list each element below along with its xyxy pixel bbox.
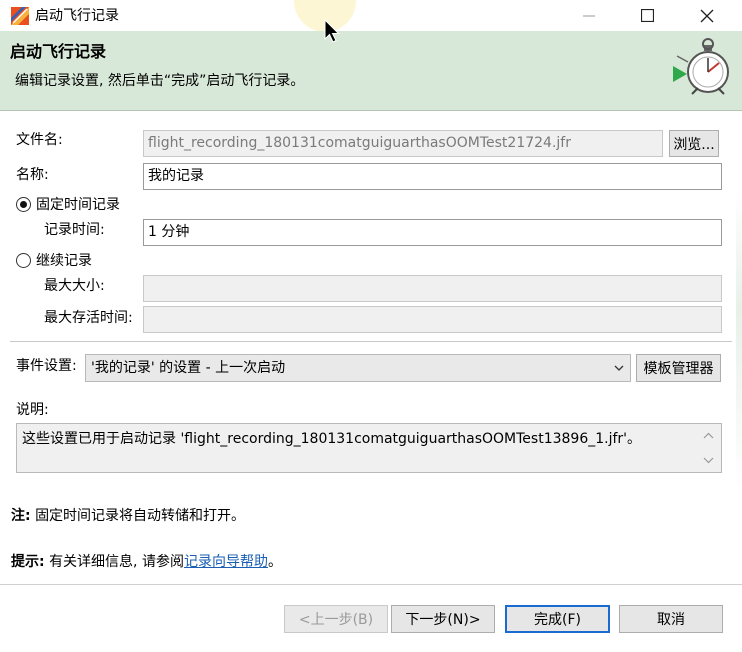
- window-title: 启动飞行记录: [35, 8, 119, 24]
- template-manager-button[interactable]: 模板管理器: [636, 354, 721, 382]
- event-settings-selected: '我的记录' 的设置 - 上一次启动: [91, 360, 286, 376]
- max-size-field[interactable]: [143, 275, 722, 302]
- minimize-icon: [583, 15, 595, 16]
- scroll-down-icon[interactable]: [703, 457, 714, 464]
- hint-suffix: 。: [267, 554, 282, 570]
- continuous-radio[interactable]: [16, 253, 31, 268]
- event-settings-dropdown[interactable]: '我的记录' 的设置 - 上一次启动: [85, 354, 631, 382]
- recording-name-field[interactable]: 我的记录: [143, 163, 722, 190]
- description-text: 这些设置已用于启动记录 'flight_recording_180131coma…: [22, 431, 642, 447]
- record-time-label: 记录时间:: [44, 222, 105, 238]
- filename-label: 文件名:: [16, 132, 63, 148]
- description-textarea[interactable]: 这些设置已用于启动记录 'flight_recording_180131coma…: [16, 423, 722, 473]
- filename-field[interactable]: flight_recording_180131comatguiguarthasO…: [143, 130, 663, 157]
- close-button[interactable]: [684, 0, 730, 31]
- note-text: 固定时间记录将自动转储和打开。: [35, 508, 246, 524]
- hint-text: 有关详细信息, 请参阅: [49, 554, 184, 570]
- wizard-description: 编辑记录设置, 然后单击“完成”启动飞行记录。: [15, 73, 305, 89]
- cancel-button[interactable]: 取消: [619, 605, 723, 633]
- fixed-time-label[interactable]: 固定时间记录: [36, 195, 120, 215]
- section-divider: [10, 341, 732, 342]
- wizard-help-link[interactable]: 记录向导帮助: [184, 554, 268, 570]
- footer-divider: [0, 584, 742, 585]
- hint-prefix: 提示:: [11, 554, 45, 570]
- next-button[interactable]: 下一步(N)>: [391, 605, 495, 633]
- fixed-time-radio[interactable]: [16, 197, 31, 212]
- event-settings-label: 事件设置:: [16, 358, 77, 374]
- stopwatch-icon: [668, 36, 738, 96]
- max-size-label: 最大大小:: [44, 278, 105, 294]
- back-button[interactable]: <上一步(B): [284, 605, 388, 633]
- hint-line: 提示: 有关详细信息, 请参阅记录向导帮助。: [11, 552, 282, 572]
- minimize-button[interactable]: [566, 0, 612, 31]
- max-age-field[interactable]: [143, 306, 722, 333]
- wizard-title: 启动飞行记录: [10, 42, 107, 61]
- wizard-banner: 启动飞行记录 编辑记录设置, 然后单击“完成”启动飞行记录。: [0, 31, 742, 111]
- record-time-field[interactable]: 1 分钟: [143, 219, 722, 246]
- continuous-label[interactable]: 继续记录: [36, 251, 92, 271]
- finish-button[interactable]: 完成(F): [505, 605, 610, 633]
- background-window-edge: [736, 190, 742, 490]
- name-label: 名称:: [16, 167, 49, 183]
- maximize-icon: [640, 9, 654, 22]
- max-age-label: 最大存活时间:: [44, 310, 133, 326]
- maximize-button[interactable]: [624, 0, 670, 31]
- flight-recorder-app-icon: [10, 6, 30, 26]
- mouse-cursor-icon: [324, 18, 340, 44]
- close-icon: [700, 9, 714, 22]
- description-label: 说明:: [16, 402, 49, 418]
- note-line: 注: 固定时间记录将自动转储和打开。: [11, 506, 245, 526]
- note-prefix: 注:: [11, 508, 31, 524]
- scroll-up-icon[interactable]: [703, 432, 714, 439]
- chevron-down-icon: [614, 365, 624, 371]
- browse-button[interactable]: 浏览...: [669, 130, 719, 157]
- title-bar[interactable]: 启动飞行记录: [0, 0, 742, 32]
